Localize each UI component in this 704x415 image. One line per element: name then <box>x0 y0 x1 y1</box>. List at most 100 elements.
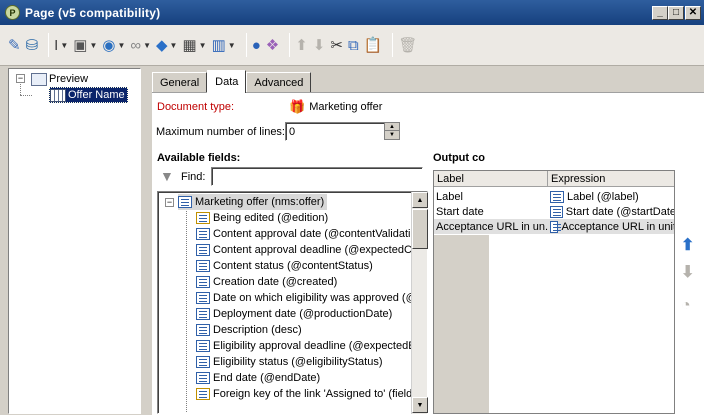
tab-general[interactable]: General <box>152 72 208 93</box>
tab-strip: General Data Advanced <box>152 70 312 93</box>
layers-icon[interactable]: ◆ ▼ <box>156 32 177 58</box>
page-icon <box>31 72 47 86</box>
grid-cell-selected[interactable]: Acceptance URL in unit <box>548 219 675 234</box>
shapes-icon[interactable]: ❖ <box>266 32 279 58</box>
fields-scrollbar[interactable]: ▲ ▼ <box>411 192 428 414</box>
table-icon[interactable]: ▦ ▼ <box>182 32 206 58</box>
cut-icon[interactable]: ✂ <box>330 32 343 58</box>
maximize-button[interactable]: □ <box>668 6 684 20</box>
list-icon <box>196 276 210 288</box>
list-item-label: Content approval date (@contentValidati <box>213 228 411 240</box>
list-item[interactable]: Date on which eligibility was approved (… <box>196 290 417 306</box>
tree-node-label: Preview <box>49 73 89 85</box>
max-lines-label: Maximum number of lines: <box>156 126 285 138</box>
scroll-thumb[interactable] <box>412 209 428 249</box>
available-fields-list[interactable]: − Marketing offer (nms:offer) Being edit… <box>157 191 428 414</box>
tree-node-offer-name[interactable]: Offer Name <box>49 87 128 103</box>
document-type-field[interactable]: 🎁 Marketing offer <box>286 97 488 117</box>
list-item-label: Eligibility approval deadline (@expected… <box>213 340 416 352</box>
list-item-label: Creation date (@created) <box>213 276 338 288</box>
close-button[interactable]: ✕ <box>685 6 701 20</box>
grid-cell[interactable]: Label (@label) <box>548 189 674 204</box>
grid-cell[interactable]: Label <box>434 189 548 204</box>
find-input[interactable] <box>211 167 423 186</box>
list-icon <box>196 356 210 368</box>
copy-icon[interactable]: ⧉ <box>348 32 359 58</box>
text-cursor-icon[interactable]: I ▼ <box>54 32 68 58</box>
minimize-button[interactable]: _ <box>652 6 668 20</box>
list-item-label: Content status (@contentStatus) <box>213 260 373 272</box>
list-item[interactable]: Content approval deadline (@expectedC <box>196 242 412 258</box>
structure-tree[interactable]: − Preview Offer Name <box>8 68 141 414</box>
list-item[interactable]: Creation date (@created) <box>196 274 337 290</box>
available-fields-label: Available fields: <box>157 152 241 164</box>
scroll-down-icon[interactable]: ▼ <box>412 397 428 413</box>
list-icon <box>550 190 564 203</box>
paste-icon[interactable]: 📋 <box>364 32 383 58</box>
collapse-icon[interactable]: − <box>16 74 25 83</box>
tab-advanced[interactable]: Advanced <box>246 72 312 93</box>
list-item[interactable]: Content status (@contentStatus) <box>196 258 373 274</box>
form-icon[interactable]: ▣ ▼ <box>73 32 97 58</box>
toolbar-separator <box>289 33 291 57</box>
move-down-icon[interactable]: ⬇ <box>313 32 326 58</box>
person-icon[interactable]: ● <box>252 32 261 58</box>
max-lines-spinner[interactable]: ▲ ▼ <box>384 122 400 140</box>
move-up-arrow-icon[interactable]: ⬆ <box>681 235 694 255</box>
list-item-label: Content approval deadline (@expectedC <box>213 244 412 256</box>
find-label: Find: <box>181 171 206 183</box>
move-down-arrow-icon[interactable]: ⬇ <box>681 262 694 282</box>
table-icon <box>50 88 66 102</box>
list-item[interactable]: Eligibility status (@eligibilityStatus) <box>196 354 383 370</box>
list-item-label: Eligibility status (@eligibilityStatus) <box>213 356 383 368</box>
list-icon <box>196 372 210 384</box>
list-icon <box>196 340 210 352</box>
list-item[interactable]: End date (@endDate) <box>196 370 320 386</box>
list-item[interactable]: Content approval date (@contentValidati <box>196 226 410 242</box>
list-icon <box>178 196 192 208</box>
column-header-expression[interactable]: Expression <box>548 171 674 187</box>
move-up-icon[interactable]: ⬆ <box>295 32 308 58</box>
document-type-value: Marketing offer <box>309 101 383 113</box>
list-icon <box>196 308 210 320</box>
grid-cell[interactable]: Start date (@startDate <box>548 204 675 219</box>
toolbar-separator <box>48 33 50 57</box>
delete-icon[interactable]: 🗑 <box>398 32 417 58</box>
grid-cell-selected[interactable]: Acceptance URL in un... <box>434 219 548 234</box>
list-item[interactable]: Foreign key of the link 'Assigned to' (f… <box>196 386 412 402</box>
refresh-icon[interactable]: ◔ <box>681 297 691 315</box>
max-lines-input[interactable]: 0 <box>285 122 385 141</box>
magic-wand-icon[interactable]: ✎ <box>8 32 21 58</box>
link-icon[interactable]: ∞ ▼ <box>130 32 151 58</box>
tree-node-label: Offer Name <box>68 89 125 101</box>
database-icon[interactable]: ⛁ <box>26 32 39 58</box>
columns-icon[interactable]: ▥ ▼ <box>212 32 236 58</box>
scroll-up-icon[interactable]: ▲ <box>412 192 428 208</box>
list-item-root[interactable]: Marketing offer (nms:offer) <box>178 194 328 210</box>
list-icon <box>550 205 563 218</box>
toolbar: ✎ ⛁ I ▼ ▣ ▼ ◉ ▼ ∞ ▼ ◆ ▼ ▦ ▼ ▥ ▼ ● ❖ ⬆ ⬇ ✂ ⧉ 📋 🗑 <box>0 25 704 66</box>
grid-cell-text: Acceptance URL in unit <box>561 220 675 233</box>
collapse-icon[interactable]: − <box>165 198 174 207</box>
list-item[interactable]: Being edited (@edition) <box>196 210 328 226</box>
list-item-label: Foreign key of the link 'Assigned to' (f… <box>213 388 413 400</box>
spin-down-icon[interactable]: ▼ <box>385 131 399 139</box>
column-header-label[interactable]: Label <box>434 171 548 187</box>
list-item[interactable]: Eligibility approval deadline (@expected… <box>196 338 416 354</box>
list-icon <box>550 220 562 233</box>
list-icon <box>196 244 210 256</box>
spin-up-icon[interactable]: ▲ <box>385 123 399 131</box>
tab-data[interactable]: Data <box>207 70 247 93</box>
toolbar-separator <box>245 33 247 57</box>
grid-cell[interactable]: Start date <box>434 204 548 219</box>
list-item[interactable]: Deployment date (@productionDate) <box>196 306 392 322</box>
filter-icon: ▼ <box>160 168 174 184</box>
app-icon: P <box>5 5 20 20</box>
globe-icon[interactable]: ◉ ▼ <box>102 32 125 58</box>
window-title: Page (v5 compatibility) <box>25 5 161 20</box>
grid-cell-text: Start date (@startDate <box>565 205 675 218</box>
list-item[interactable]: Description (desc) <box>196 322 302 338</box>
tree-node-preview[interactable]: Preview <box>31 71 88 87</box>
title-bar[interactable]: P Page (v5 compatibility) _ □ ✕ <box>0 0 704 25</box>
output-columns-grid[interactable]: Label Expression Label Label (@label) St… <box>433 170 675 414</box>
